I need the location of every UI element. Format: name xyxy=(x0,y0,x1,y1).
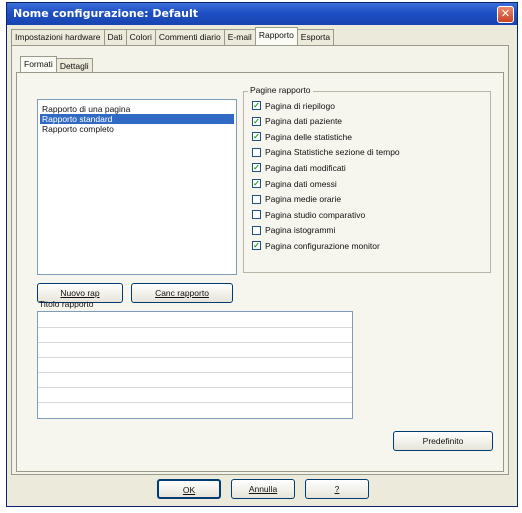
checkbox[interactable]: ✓ xyxy=(252,116,261,126)
report-title-line xyxy=(38,372,352,373)
checkbox-label: Pagina di riepilogo xyxy=(265,100,335,111)
checkbox[interactable] xyxy=(252,147,261,157)
report-title-line xyxy=(38,342,352,343)
rapporto-panel: Formati Dettagli Rapporto di una pagina … xyxy=(11,45,509,475)
cancel-button[interactable]: Annulla xyxy=(231,479,295,499)
report-title-line xyxy=(38,387,352,388)
report-title-label: Titolo rapporto xyxy=(39,299,94,309)
close-icon[interactable]: ✕ xyxy=(497,6,514,23)
tab-email[interactable]: E-mail xyxy=(223,29,256,45)
checkbox-label: Pagina Statistiche sezione di tempo xyxy=(265,147,400,158)
report-title-input[interactable] xyxy=(37,311,353,419)
report-title-line xyxy=(38,327,352,328)
checkbox[interactable] xyxy=(252,225,261,235)
tab-rapporto[interactable]: Rapporto xyxy=(254,27,298,46)
tab-colori[interactable]: Colori xyxy=(125,29,156,45)
title-bar: Nome configurazione: Default ✕ xyxy=(7,3,517,25)
tab-dati[interactable]: Dati xyxy=(103,29,127,45)
report-page-option[interactable]: ✓ Pagina dati omessi xyxy=(252,178,337,189)
delete-report-label: Canc rapporto xyxy=(155,288,209,298)
checkbox-label: Pagina dati modificati xyxy=(265,162,346,173)
checkbox-label: Pagina studio comparativo xyxy=(265,209,366,220)
checkbox-label: Pagina delle statistiche xyxy=(265,131,352,142)
report-page-option[interactable]: ✓ Pagina dati paziente xyxy=(252,116,342,127)
help-label: ? xyxy=(334,484,340,494)
report-page-option[interactable]: ✓ Pagina dati modificati xyxy=(252,162,346,173)
main-tabs: Impostazioni hardware Dati Colori Commen… xyxy=(11,27,335,46)
checkbox[interactable]: ✓ xyxy=(252,101,261,110)
checkbox[interactable]: ✓ xyxy=(252,241,261,251)
list-item-selected[interactable]: Rapporto standard xyxy=(40,114,234,124)
report-page-option[interactable]: Pagina istogrammi xyxy=(252,225,335,236)
checkbox[interactable]: ✓ xyxy=(252,163,261,173)
list-item[interactable]: Rapporto completo xyxy=(40,124,234,134)
tab-commenti-diario[interactable]: Commenti diario xyxy=(154,29,225,45)
report-title-line xyxy=(38,402,352,403)
report-page-option[interactable]: ✓ Pagina di riepilogo xyxy=(252,100,335,111)
list-item[interactable]: Rapporto di una pagina xyxy=(40,104,234,114)
default-label: Predefinito xyxy=(422,436,464,446)
report-format-list[interactable]: Rapporto di una pagina Rapporto standard… xyxy=(37,99,237,275)
report-title-group: Titolo rapporto xyxy=(37,299,353,425)
new-report-label: Nuovo rap xyxy=(60,288,100,298)
report-page-option[interactable]: Pagina Statistiche sezione di tempo xyxy=(252,147,400,158)
checkbox[interactable] xyxy=(252,210,261,220)
checkbox-label: Pagina dati omessi xyxy=(265,178,337,189)
tab-impostazioni-hardware[interactable]: Impostazioni hardware xyxy=(11,29,105,45)
group-label: Pagine rapporto xyxy=(248,85,313,95)
checkbox[interactable]: ✓ xyxy=(252,179,261,188)
tab-esporta[interactable]: Esporta xyxy=(296,29,335,45)
ok-label: OK xyxy=(182,485,196,495)
checkbox-label: Pagina configurazione monitor xyxy=(265,240,380,251)
default-button[interactable]: Predefinito xyxy=(393,431,493,451)
report-page-option[interactable]: Pagina studio comparativo xyxy=(252,209,365,220)
report-title-line xyxy=(38,357,352,358)
checkbox-label: Pagina dati paziente xyxy=(265,116,343,127)
cancel-label: Annulla xyxy=(248,484,278,494)
help-button[interactable]: ? xyxy=(305,479,369,499)
formati-panel: Rapporto di una pagina Rapporto standard… xyxy=(16,72,504,472)
report-page-option[interactable]: ✓ Pagina delle statistiche xyxy=(252,131,352,142)
dialog-window: Nome configurazione: Default ✕ Impostazi… xyxy=(6,2,518,507)
window-title: Nome configurazione: Default xyxy=(13,7,199,20)
checkbox-label: Pagina medie orarie xyxy=(265,194,342,205)
report-page-option[interactable]: ✓ Pagina configurazione monitor xyxy=(252,240,380,251)
ok-button[interactable]: OK xyxy=(157,479,221,499)
report-page-option[interactable]: Pagina medie orarie xyxy=(252,194,341,205)
checkbox[interactable] xyxy=(252,194,261,204)
report-pages-group: Pagine rapporto ✓ Pagina di riepilogo ✓ Pag… xyxy=(243,85,491,273)
checkbox-label: Pagina istogrammi xyxy=(265,225,336,236)
checkbox[interactable]: ✓ xyxy=(252,132,261,142)
